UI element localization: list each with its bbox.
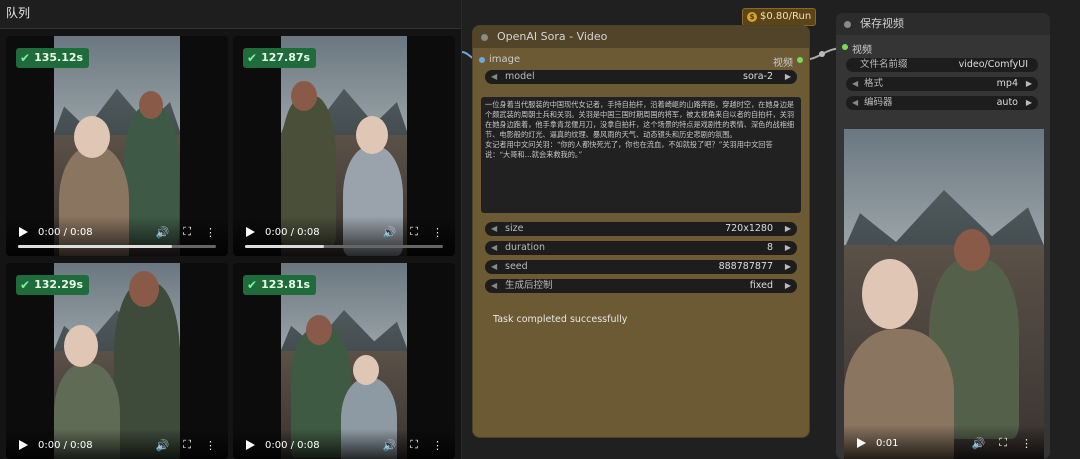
arrow-right-icon[interactable]: ▶ <box>785 279 791 293</box>
checkmark-icon: ✔ <box>20 278 31 292</box>
queue-video-tile[interactable]: ✔ 123.81s 0:00 / 0:08 🔊 ⛶ ⋮ <box>233 263 455 459</box>
node-title-bar[interactable]: OpenAI Sora - Video <box>473 26 809 48</box>
arrow-left-icon[interactable]: ◀ <box>852 77 858 91</box>
video-controls: 0:00 / 0:08 🔊 ⛶ ⋮ <box>233 216 455 256</box>
arrow-left-icon[interactable]: ◀ <box>491 279 497 293</box>
after-generate-control-select[interactable]: ◀ 生成后控制 fixed ▶ <box>485 279 797 293</box>
volume-icon[interactable]: 🔊 <box>383 226 397 239</box>
video-controls: 0:00 / 0:08 🔊 ⛶ ⋮ <box>6 216 228 256</box>
more-options-icon[interactable]: ⋮ <box>1021 437 1032 450</box>
arrow-right-icon[interactable]: ▶ <box>785 260 791 274</box>
video-progress-bar[interactable] <box>245 245 443 248</box>
fullscreen-icon[interactable]: ⛶ <box>183 438 191 452</box>
fullscreen-icon[interactable]: ⛶ <box>410 225 418 239</box>
input-pin-icon[interactable] <box>842 44 848 50</box>
checkmark-icon: ✔ <box>20 51 31 65</box>
format-select[interactable]: ◀ 格式 mp4 ▶ <box>846 77 1038 91</box>
play-icon[interactable] <box>18 227 28 237</box>
arrow-right-icon[interactable]: ▶ <box>785 241 791 255</box>
image-input-slot[interactable]: image <box>479 54 520 65</box>
openai-sora-node[interactable]: OpenAI Sora - Video image 视频 ◀ model sor… <box>473 26 809 437</box>
size-select[interactable]: ◀ size 720x1280 ▶ <box>485 222 797 236</box>
video-controls: 0:01 🔊 ⛶ ⋮ <box>844 425 1044 459</box>
model-select[interactable]: ◀ model sora-2 ▶ <box>485 70 797 84</box>
prompt-textarea[interactable]: 一位身着当代服装的中国现代女记者，手持自拍杆，沿着崎岖的山路奔跑，穿越时空，在她… <box>481 97 801 213</box>
output-pin-icon[interactable] <box>797 57 803 63</box>
more-options-icon[interactable]: ⋮ <box>432 439 443 452</box>
video-time: 0:00 / 0:08 <box>38 226 93 238</box>
duration-stepper[interactable]: ◀ duration 8 ▶ <box>485 241 797 255</box>
play-icon[interactable] <box>856 438 866 448</box>
seed-stepper[interactable]: ◀ seed 888787877 ▶ <box>485 260 797 274</box>
node-title-bar[interactable]: 保存视频 <box>836 13 1050 35</box>
arrow-right-icon[interactable]: ▶ <box>1026 77 1032 91</box>
arrow-right-icon[interactable]: ▶ <box>1026 96 1032 110</box>
arrow-left-icon[interactable]: ◀ <box>491 222 497 236</box>
video-controls: 0:00 / 0:08 🔊 ⛶ ⋮ <box>233 429 455 459</box>
arrow-right-icon[interactable]: ▶ <box>785 222 791 236</box>
fullscreen-icon[interactable]: ⛶ <box>999 436 1007 450</box>
video-time: 0:00 / 0:08 <box>38 439 93 451</box>
collapse-dot-icon[interactable] <box>844 21 851 28</box>
save-video-node[interactable]: 保存视频 视频 文件名前缀 video/ComfyUI ◀ 格式 mp4 ▶ ◀… <box>836 13 1050 459</box>
arrow-left-icon[interactable]: ◀ <box>491 241 497 255</box>
volume-icon[interactable]: 🔊 <box>383 439 397 452</box>
queue-video-tile[interactable]: ✔ 132.29s 0:00 / 0:08 🔊 ⛶ ⋮ <box>6 263 228 459</box>
video-preview[interactable]: 0:01 🔊 ⛶ ⋮ <box>844 129 1044 459</box>
fullscreen-icon[interactable]: ⛶ <box>183 225 191 239</box>
more-options-icon[interactable]: ⋮ <box>205 439 216 452</box>
play-icon[interactable] <box>245 440 255 450</box>
video-time: 0:01 <box>876 437 899 449</box>
play-icon[interactable] <box>245 227 255 237</box>
video-time: 0:00 / 0:08 <box>265 226 320 238</box>
play-icon[interactable] <box>18 440 28 450</box>
volume-icon[interactable]: 🔊 <box>156 226 170 239</box>
arrow-left-icon[interactable]: ◀ <box>852 96 858 110</box>
video-time: 0:00 / 0:08 <box>265 439 320 451</box>
checkmark-icon: ✔ <box>247 278 258 292</box>
checkmark-icon: ✔ <box>247 51 258 65</box>
dollar-coin-icon: $ <box>747 12 757 22</box>
fullscreen-icon[interactable]: ⛶ <box>410 438 418 452</box>
queue-video-tile[interactable]: ✔ 127.87s 0:00 / 0:08 🔊 ⛶ ⋮ <box>233 36 455 256</box>
more-options-icon[interactable]: ⋮ <box>432 226 443 239</box>
arrow-left-icon[interactable]: ◀ <box>491 260 497 274</box>
queue-panel: 队列 ✔ 135.12s 0:00 / 0:08 🔊 ⛶ ⋮ ✔ 127.87s… <box>0 0 462 459</box>
price-badge: $ $0.80/Run <box>742 8 817 26</box>
filename-prefix-field[interactable]: 文件名前缀 video/ComfyUI <box>846 58 1038 72</box>
collapse-dot-icon[interactable] <box>481 34 488 41</box>
queue-video-tile[interactable]: ✔ 135.12s 0:00 / 0:08 🔊 ⛶ ⋮ <box>6 36 228 256</box>
video-output-slot[interactable]: 视频 <box>773 54 803 69</box>
duration-badge: ✔ 135.12s <box>16 48 90 68</box>
arrow-left-icon[interactable]: ◀ <box>491 70 497 84</box>
duration-badge: ✔ 132.29s <box>16 275 90 295</box>
codec-select[interactable]: ◀ 编码器 auto ▶ <box>846 96 1038 110</box>
more-options-icon[interactable]: ⋮ <box>205 226 216 239</box>
video-controls: 0:00 / 0:08 🔊 ⛶ ⋮ <box>6 429 228 459</box>
input-pin-icon[interactable] <box>479 57 485 63</box>
video-input-slot[interactable]: 视频 <box>842 41 872 56</box>
task-status-text: Task completed successfully <box>493 314 628 325</box>
video-progress-bar[interactable] <box>18 245 216 248</box>
volume-icon[interactable]: 🔊 <box>156 439 170 452</box>
queue-title: 队列 <box>0 0 461 29</box>
volume-icon[interactable]: 🔊 <box>972 437 986 450</box>
duration-badge: ✔ 127.87s <box>243 48 317 68</box>
duration-badge: ✔ 123.81s <box>243 275 317 295</box>
arrow-right-icon[interactable]: ▶ <box>785 70 791 84</box>
